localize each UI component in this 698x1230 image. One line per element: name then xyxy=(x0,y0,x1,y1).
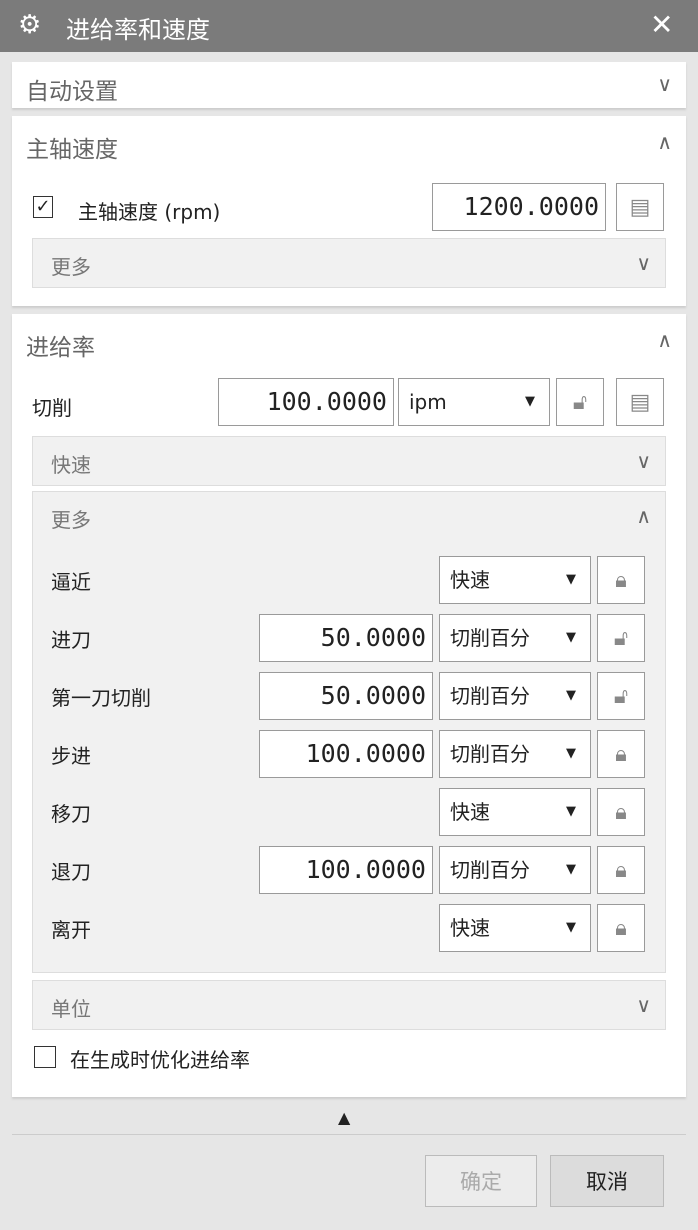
select-value: 切削百分 xyxy=(450,858,530,882)
cancel-button[interactable]: 取消 xyxy=(550,1155,664,1207)
lock-button[interactable]: 🔒︎ xyxy=(597,730,645,778)
cut-unit-select[interactable]: ipm ▼ xyxy=(398,378,550,426)
select-value: 快速 xyxy=(450,916,490,940)
row-mode-select[interactable]: 切削百分 ▼ xyxy=(439,730,591,778)
calculator-button[interactable]: ▤ xyxy=(616,378,664,426)
lock-icon: 🔒︎ xyxy=(615,741,627,767)
feed-row: 第一刀切削 50.0000 切削百分 ▼ 🔓︎ xyxy=(33,672,667,722)
row-value-input[interactable]: 100.0000 xyxy=(259,730,433,778)
row-mode-select[interactable]: 快速 ▼ xyxy=(439,556,591,604)
group-title: 更多 xyxy=(51,255,91,279)
feed-row: 逼近 快速 ▼ 🔒︎ xyxy=(33,556,667,606)
calculator-button[interactable]: ▤ xyxy=(616,183,664,231)
dropdown-arrow-icon: ▼ xyxy=(566,804,576,819)
row-mode-select[interactable]: 快速 ▼ xyxy=(439,788,591,836)
group-title: 快速 xyxy=(51,453,91,477)
row-value-input[interactable]: 50.0000 xyxy=(259,672,433,720)
lock-icon: 🔒︎ xyxy=(615,799,627,825)
chevron-down-icon[interactable]: ∨ xyxy=(636,449,651,473)
select-value: 切削百分 xyxy=(450,626,530,650)
dropdown-arrow-icon: ▼ xyxy=(566,862,576,877)
lock-button[interactable]: 🔒︎ xyxy=(597,556,645,604)
calculator-icon: ▤ xyxy=(629,389,651,415)
window-title: 进给率和速度 xyxy=(66,16,210,44)
chevron-down-icon[interactable]: ∨ xyxy=(636,993,651,1017)
lock-button[interactable]: 🔒︎ xyxy=(597,846,645,894)
row-label: 逼近 xyxy=(51,570,91,594)
lock-button[interactable]: 🔒︎ xyxy=(597,788,645,836)
feed-row: 进刀 50.0000 切削百分 ▼ 🔓︎ xyxy=(33,614,667,664)
row-value-input[interactable]: 50.0000 xyxy=(259,614,433,662)
spindle-label: 主轴速度 (rpm) xyxy=(78,200,221,224)
row-mode-select[interactable]: 切削百分 ▼ xyxy=(439,846,591,894)
feed-more-group: 更多 ∧ 逼近 快速 ▼ 🔒︎ 进刀 50.0000 切削百分 ▼ 🔓︎ 第一刀切削 50.… xyxy=(32,491,666,973)
select-value: ipm xyxy=(409,390,447,414)
chevron-down-icon[interactable]: ∨ xyxy=(657,72,672,96)
title-bar: ⚙ 进给率和速度 ✕ xyxy=(0,0,698,52)
row-mode-select[interactable]: 切削百分 ▼ xyxy=(439,672,591,720)
section-auto-settings[interactable]: 自动设置 ∨ xyxy=(12,62,686,108)
lock-icon: 🔒︎ xyxy=(615,857,627,883)
spindle-checkbox[interactable]: ✓ xyxy=(32,196,54,218)
dropdown-arrow-icon: ▼ xyxy=(566,630,576,645)
collapse-arrow-icon[interactable]: ▲ xyxy=(338,1108,350,1127)
row-mode-select[interactable]: 切削百分 ▼ xyxy=(439,614,591,662)
select-value: 快速 xyxy=(450,568,490,592)
select-value: 快速 xyxy=(450,800,490,824)
unlock-button[interactable]: 🔓︎ xyxy=(556,378,604,426)
feed-row: 步进 100.0000 切削百分 ▼ 🔒︎ xyxy=(33,730,667,780)
dropdown-arrow-icon: ▼ xyxy=(566,920,576,935)
calculator-icon: ▤ xyxy=(629,194,651,220)
feed-row: 退刀 100.0000 切削百分 ▼ 🔒︎ xyxy=(33,846,667,896)
dropdown-arrow-icon: ▼ xyxy=(566,746,576,761)
cut-label: 切削 xyxy=(32,396,72,420)
unlock-icon: 🔓︎ xyxy=(613,625,629,651)
select-value: 切削百分 xyxy=(450,684,530,708)
dropdown-arrow-icon: ▼ xyxy=(566,572,576,587)
row-label: 移刀 xyxy=(51,802,91,826)
unlock-icon: 🔓︎ xyxy=(613,683,629,709)
units-group[interactable]: 单位 ∨ xyxy=(32,980,666,1030)
close-button[interactable]: ✕ xyxy=(650,8,673,41)
spindle-speed-input[interactable]: 1200.0000 xyxy=(432,183,606,231)
row-value-input[interactable]: 100.0000 xyxy=(259,846,433,894)
row-mode-select[interactable]: 快速 ▼ xyxy=(439,904,591,952)
unlock-button[interactable]: 🔓︎ xyxy=(597,614,645,662)
divider xyxy=(12,1134,686,1135)
spindle-more-group[interactable]: 更多 ∨ xyxy=(32,238,666,288)
dropdown-arrow-icon: ▼ xyxy=(566,688,576,703)
rapid-group[interactable]: 快速 ∨ xyxy=(32,436,666,486)
group-title: 单位 xyxy=(51,997,91,1021)
gear-icon: ⚙ xyxy=(18,10,42,40)
row-label: 退刀 xyxy=(51,860,91,884)
group-title: 更多 xyxy=(51,508,91,532)
cut-feed-input[interactable]: 100.0000 xyxy=(218,378,394,426)
row-label: 进刀 xyxy=(51,628,91,652)
chevron-up-icon[interactable]: ∧ xyxy=(657,130,672,154)
section-title: 自动设置 xyxy=(26,79,118,105)
ok-button[interactable]: 确定 xyxy=(425,1155,537,1207)
optimize-label: 在生成时优化进给率 xyxy=(70,1048,250,1072)
section-title: 进给率 xyxy=(26,335,95,361)
feed-row: 离开 快速 ▼ 🔒︎ xyxy=(33,904,667,954)
section-feed-rate: 进给率 ∧ 切削 100.0000 ipm ▼ 🔓︎ ▤ 快速 ∨ 更多 ∧ 逼近… xyxy=(12,314,686,1097)
chevron-up-icon[interactable]: ∧ xyxy=(657,328,672,352)
dropdown-arrow-icon: ▼ xyxy=(525,394,535,409)
section-title: 主轴速度 xyxy=(26,137,118,163)
section-spindle: 主轴速度 ∧ ✓ 主轴速度 (rpm) 1200.0000 ▤ 更多 ∨ xyxy=(12,116,686,306)
lock-icon: 🔒︎ xyxy=(615,567,627,593)
select-value: 切削百分 xyxy=(450,742,530,766)
unlock-icon: 🔓︎ xyxy=(572,389,588,415)
lock-button[interactable]: 🔒︎ xyxy=(597,904,645,952)
row-label: 步进 xyxy=(51,744,91,768)
chevron-down-icon[interactable]: ∨ xyxy=(636,251,651,275)
row-label: 第一刀切削 xyxy=(51,686,151,710)
chevron-up-icon[interactable]: ∧ xyxy=(636,504,651,528)
row-label: 离开 xyxy=(51,918,91,942)
feed-row: 移刀 快速 ▼ 🔒︎ xyxy=(33,788,667,838)
optimize-checkbox[interactable] xyxy=(34,1046,56,1068)
unlock-button[interactable]: 🔓︎ xyxy=(597,672,645,720)
lock-icon: 🔒︎ xyxy=(615,915,627,941)
